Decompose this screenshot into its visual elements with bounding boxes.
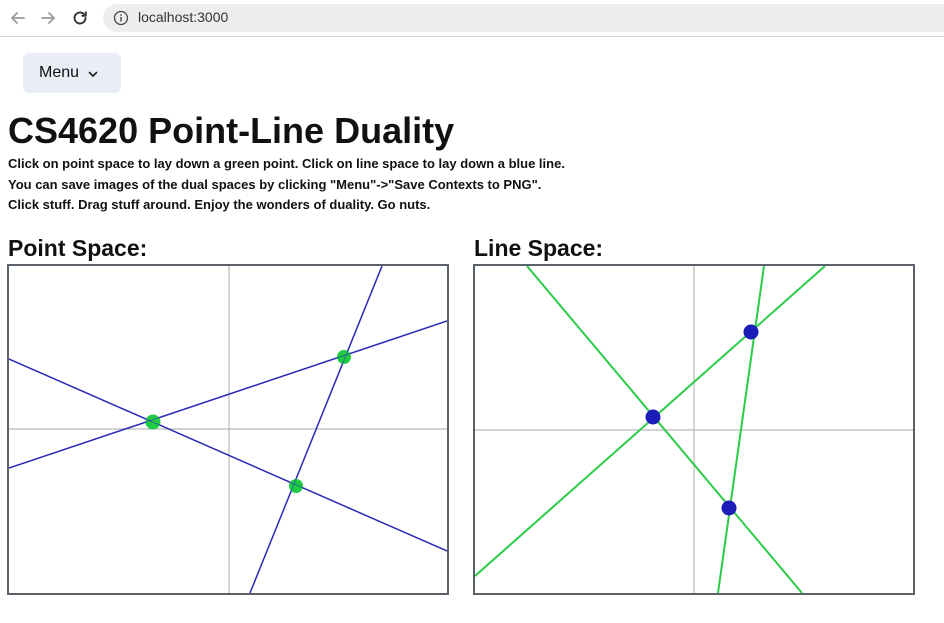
blue-point[interactable] (645, 409, 661, 425)
instruction-line: Click on point space to lay down a green… (8, 156, 565, 171)
url-text: localhost:3000 (138, 9, 229, 25)
menu-button-label: Menu (39, 64, 80, 81)
line-space-label: Line Space: (474, 235, 604, 261)
chevron-down-icon (87, 67, 99, 79)
blue-line-overlay (9, 358, 447, 552)
blue-line-overlay (9, 320, 447, 469)
blue-point[interactable] (743, 324, 759, 340)
forward-arrow-icon[interactable] (38, 8, 58, 28)
menu-button[interactable]: Menu (23, 53, 121, 93)
info-icon[interactable] (113, 10, 129, 26)
point-space-drawing (9, 266, 447, 593)
address-bar[interactable]: localhost:3000 (103, 4, 944, 32)
blue-point[interactable] (721, 500, 737, 516)
browser-toolbar: localhost:3000 (0, 0, 944, 37)
instruction-line: You can save images of the dual spaces b… (8, 176, 542, 192)
line-space-canvas[interactable] (473, 264, 915, 595)
instruction-line: Click stuff. Drag stuff around. Enjoy th… (8, 197, 431, 212)
point-space-canvas[interactable] (7, 264, 449, 595)
line-space-drawing (475, 266, 913, 593)
reload-icon[interactable] (70, 8, 90, 28)
point-space-label: Point Space: (8, 235, 148, 261)
instructions: Click on point space to lay down a green… (8, 154, 565, 216)
back-arrow-icon[interactable] (8, 8, 28, 28)
page-title: CS4620 Point-Line Duality (8, 110, 455, 151)
